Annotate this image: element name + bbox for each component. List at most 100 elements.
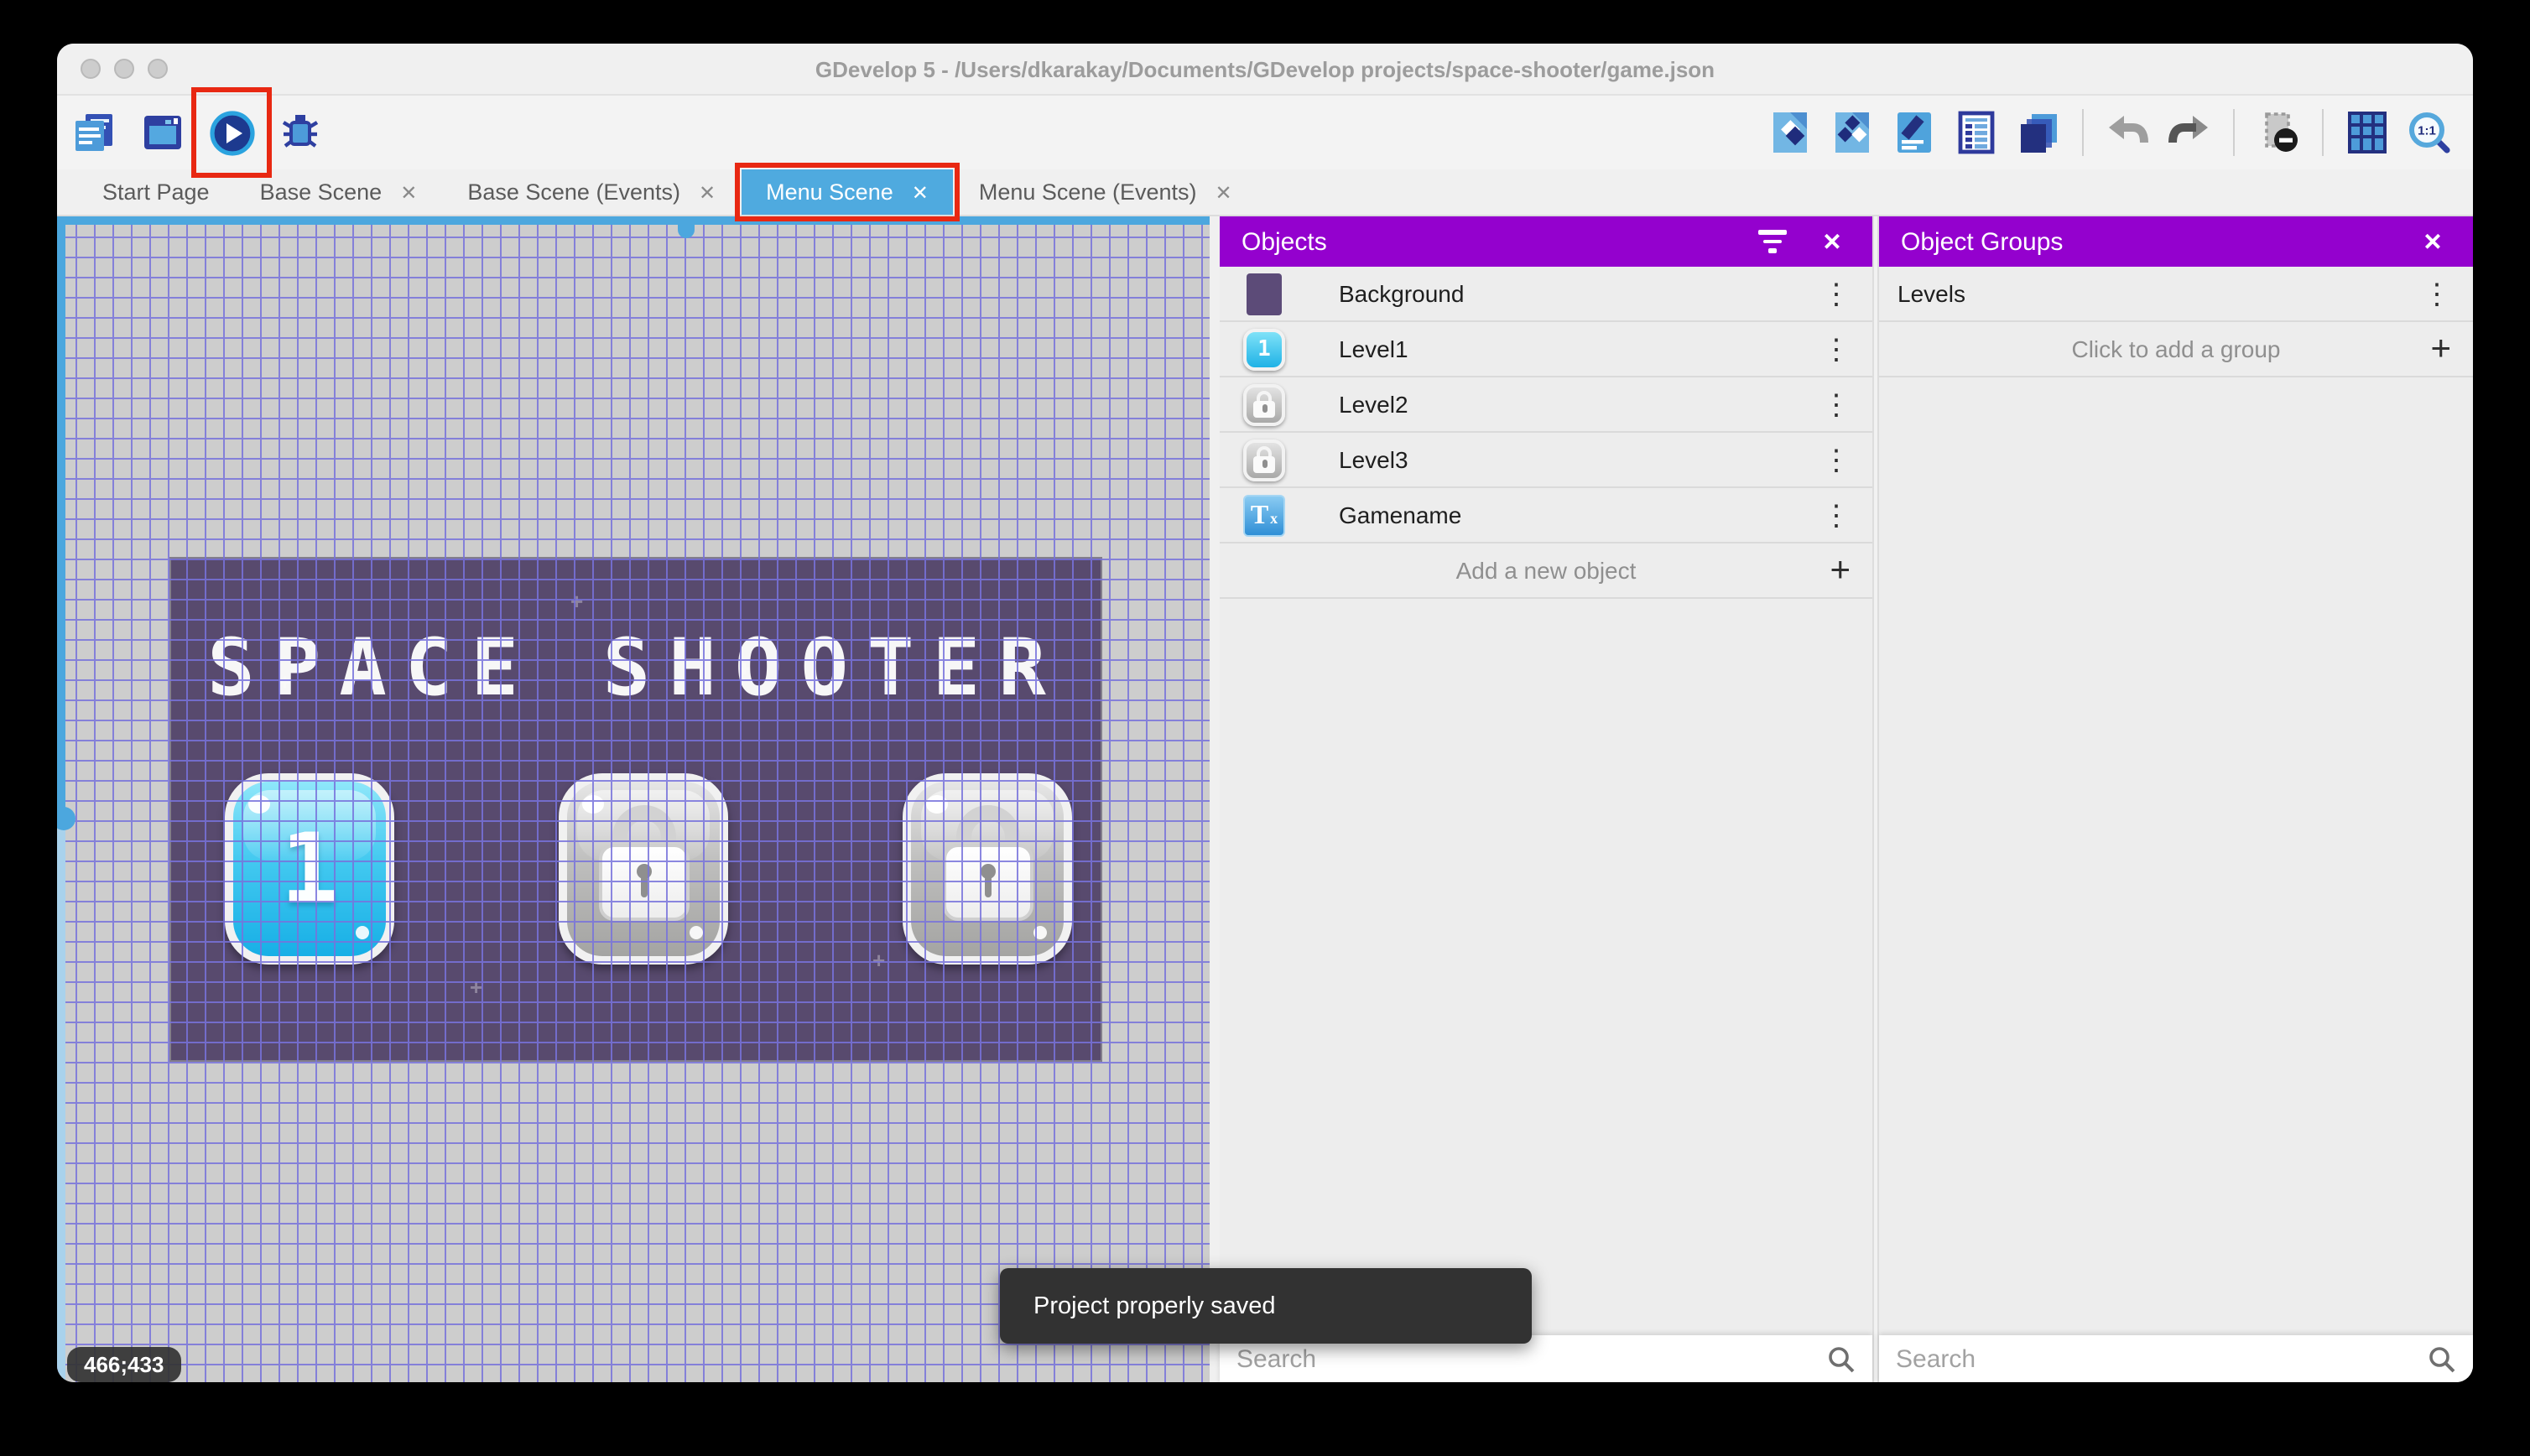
- tab-close-icon[interactable]: ✕: [699, 180, 716, 204]
- add-group-button[interactable]: Click to add a group +: [1879, 322, 2473, 377]
- objects-panel-header: Objects ✕: [1220, 216, 1872, 267]
- canvas-horizontal-scrollbar[interactable]: [57, 216, 1210, 225]
- undo-icon[interactable]: [2104, 109, 2151, 156]
- layers-icon[interactable]: [2015, 109, 2062, 156]
- groups-search-input[interactable]: [1892, 1344, 2428, 1375]
- lock-icon: [911, 805, 1064, 921]
- object-name: Background: [1339, 280, 1465, 307]
- toolbar-separator: [2322, 109, 2324, 156]
- object-groups-panel-title: Object Groups: [1901, 227, 2064, 256]
- titlebar: GDevelop 5 - /Users/dkarakay/Documents/G…: [57, 44, 2473, 96]
- tab-menu-scene-events[interactable]: Menu Scene (Events) ✕: [954, 169, 1257, 215]
- redo-icon[interactable]: [2166, 109, 2213, 156]
- groups-search-bar: [1879, 1335, 2473, 1382]
- object-thumbnail-text: Tx: [1242, 492, 1287, 538]
- star-decoration: [470, 975, 482, 1000]
- object-name: Level2: [1339, 391, 1408, 418]
- canvas-vertical-scrollbar[interactable]: [57, 216, 75, 1382]
- instances-list-icon[interactable]: [1953, 109, 2000, 156]
- search-icon: [2429, 1347, 2455, 1373]
- level1-button[interactable]: 1: [225, 773, 394, 965]
- tabbar: Start Page Base Scene ✕ Base Scene (Even…: [57, 163, 2473, 221]
- properties-icon[interactable]: [1891, 109, 1938, 156]
- tab-close-icon[interactable]: ✕: [400, 180, 417, 204]
- object-row-level2[interactable]: Level2 ⋮: [1220, 377, 1872, 433]
- level3-button-locked[interactable]: [903, 773, 1072, 965]
- tab-label: Base Scene: [259, 179, 383, 205]
- toggle-window-mask-icon[interactable]: [2255, 109, 2302, 156]
- objects-search-input[interactable]: [1233, 1344, 1827, 1375]
- tab-base-scene[interactable]: Base Scene ✕: [235, 169, 443, 215]
- panel-divider[interactable]: [1872, 216, 1879, 1382]
- screenshot-stage: GDevelop 5 - /Users/dkarakay/Documents/G…: [0, 0, 2530, 1456]
- window-title: GDevelop 5 - /Users/dkarakay/Documents/G…: [815, 56, 1715, 81]
- close-icon[interactable]: ✕: [1814, 223, 1851, 260]
- toolbar-right: 1:1: [1767, 109, 2453, 156]
- object-groups-panel: Object Groups ✕ Levels ⋮ Click to add a …: [1879, 216, 2473, 1382]
- add-group-label: Click to add a group: [2071, 335, 2281, 362]
- object-menu-dots-icon[interactable]: ⋮: [1822, 501, 1872, 529]
- object-row-background[interactable]: Background ⋮: [1220, 267, 1872, 322]
- object-thumbnail-locked: [1242, 382, 1287, 427]
- toolbar-separator: [2233, 109, 2235, 156]
- gdevelop-window: GDevelop 5 - /Users/dkarakay/Documents/G…: [57, 44, 2473, 1382]
- tab-label: Menu Scene (Events): [978, 179, 1197, 205]
- canvas-vertical-scrollbar-thumb[interactable]: [57, 807, 75, 830]
- save-toast: Project properly saved: [1000, 1268, 1532, 1344]
- content-row: SPACE SHOOTER 1: [57, 216, 2473, 1382]
- zoom-one-to-one-icon[interactable]: 1:1: [2406, 109, 2453, 156]
- group-row-levels[interactable]: Levels ⋮: [1879, 267, 2473, 322]
- object-thumbnail-background: [1242, 271, 1287, 316]
- tab-menu-scene[interactable]: Menu Scene ✕: [734, 163, 960, 221]
- object-menu-dots-icon[interactable]: ⋮: [1822, 390, 1872, 419]
- group-menu-dots-icon[interactable]: ⋮: [2423, 279, 2473, 308]
- grid-icon[interactable]: [2344, 109, 2391, 156]
- object-menu-dots-icon[interactable]: ⋮: [1822, 445, 1872, 474]
- tab-close-icon[interactable]: ✕: [912, 180, 929, 204]
- tab-label: Menu Scene: [766, 179, 893, 205]
- toolbar-left: [70, 87, 324, 178]
- object-groups-panel-header: Object Groups ✕: [1879, 216, 2473, 267]
- add-new-object-button[interactable]: Add a new object +: [1220, 543, 1872, 599]
- group-name: Levels: [1898, 280, 1965, 307]
- object-row-level1[interactable]: 1 Level1 ⋮: [1220, 322, 1872, 377]
- scene-editor-canvas[interactable]: SPACE SHOOTER 1: [57, 216, 1210, 1382]
- lock-icon: [567, 805, 720, 921]
- objects-panel-title: Objects: [1242, 227, 1327, 256]
- toolbar: 1:1: [57, 87, 2473, 178]
- filter-icon[interactable]: [1753, 223, 1790, 260]
- object-groups-editor-icon[interactable]: [1829, 109, 1876, 156]
- level2-button-locked[interactable]: [559, 773, 728, 965]
- cursor-coordinates-badge: 466;433: [67, 1347, 181, 1382]
- close-icon[interactable]: ✕: [2414, 223, 2451, 260]
- game-scene-preview[interactable]: SPACE SHOOTER 1: [171, 559, 1101, 1060]
- object-menu-dots-icon[interactable]: ⋮: [1822, 335, 1872, 363]
- search-icon: [1829, 1347, 1855, 1373]
- canvas-panel-gap: [1210, 216, 1220, 1382]
- canvas-horizontal-scrollbar-thumb[interactable]: [678, 216, 695, 238]
- debug-icon[interactable]: [277, 109, 324, 156]
- object-menu-dots-icon[interactable]: ⋮: [1822, 279, 1872, 308]
- objects-editor-icon[interactable]: [1767, 109, 1814, 156]
- tab-close-icon[interactable]: ✕: [1216, 180, 1232, 204]
- project-manager-icon[interactable]: [70, 109, 117, 156]
- preview-play-button[interactable]: [191, 87, 272, 178]
- object-row-level3[interactable]: Level3 ⋮: [1220, 433, 1872, 488]
- scene-title-text: SPACE SHOOTER: [207, 622, 1065, 715]
- objects-panel: Objects ✕ Background ⋮ 1 Level1 ⋮ Level2…: [1220, 216, 1872, 1382]
- star-decoration: [279, 669, 291, 694]
- svg-text:1:1: 1:1: [2417, 123, 2435, 138]
- toolbar-separator: [2082, 109, 2084, 156]
- tab-base-scene-events[interactable]: Base Scene (Events) ✕: [442, 169, 741, 215]
- star-decoration: [872, 948, 885, 973]
- star-decoration: [570, 589, 583, 614]
- object-thumbnail-locked: [1242, 437, 1287, 482]
- start-page-window-icon[interactable]: [139, 109, 186, 156]
- level1-button-label: 1: [280, 812, 339, 926]
- tab-label: Start Page: [102, 179, 210, 205]
- object-row-gamename[interactable]: Tx Gamename ⋮: [1220, 488, 1872, 543]
- add-new-object-label: Add a new object: [1455, 557, 1637, 584]
- tab-label: Base Scene (Events): [467, 179, 680, 205]
- object-name: Level1: [1339, 335, 1408, 362]
- tab-start-page[interactable]: Start Page: [77, 169, 235, 215]
